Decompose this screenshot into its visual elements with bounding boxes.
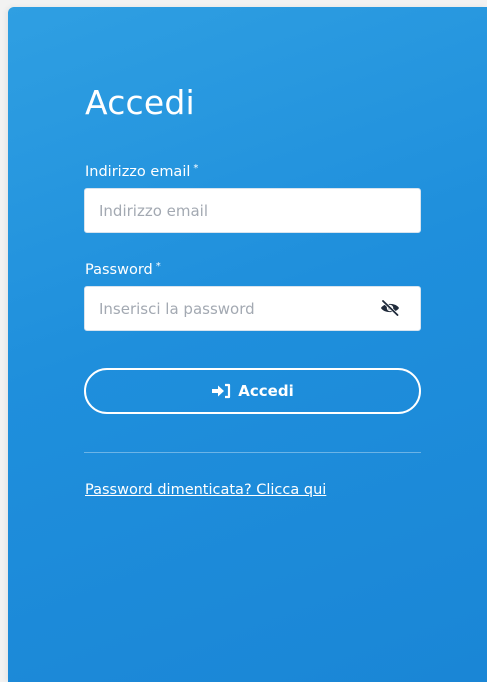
page-title: Accedi <box>85 83 195 122</box>
forgot-password-link[interactable]: Password dimenticata? Clicca qui <box>85 482 326 498</box>
login-panel: Accedi Indirizzo email* Password* Accedi… <box>8 7 487 682</box>
login-button-label: Accedi <box>238 382 294 400</box>
divider <box>84 452 421 453</box>
login-button[interactable]: Accedi <box>84 368 421 414</box>
password-required-mark: * <box>155 261 161 272</box>
eye-slash-icon[interactable] <box>379 297 401 319</box>
password-label-text: Password <box>85 262 153 278</box>
email-field[interactable] <box>84 188 421 233</box>
email-label-text: Indirizzo email <box>85 164 191 180</box>
email-required-mark: * <box>193 163 199 174</box>
password-field[interactable] <box>84 286 421 331</box>
password-label: Password * <box>85 261 161 278</box>
sign-in-icon <box>211 383 231 399</box>
email-label: Indirizzo email * <box>85 163 198 180</box>
